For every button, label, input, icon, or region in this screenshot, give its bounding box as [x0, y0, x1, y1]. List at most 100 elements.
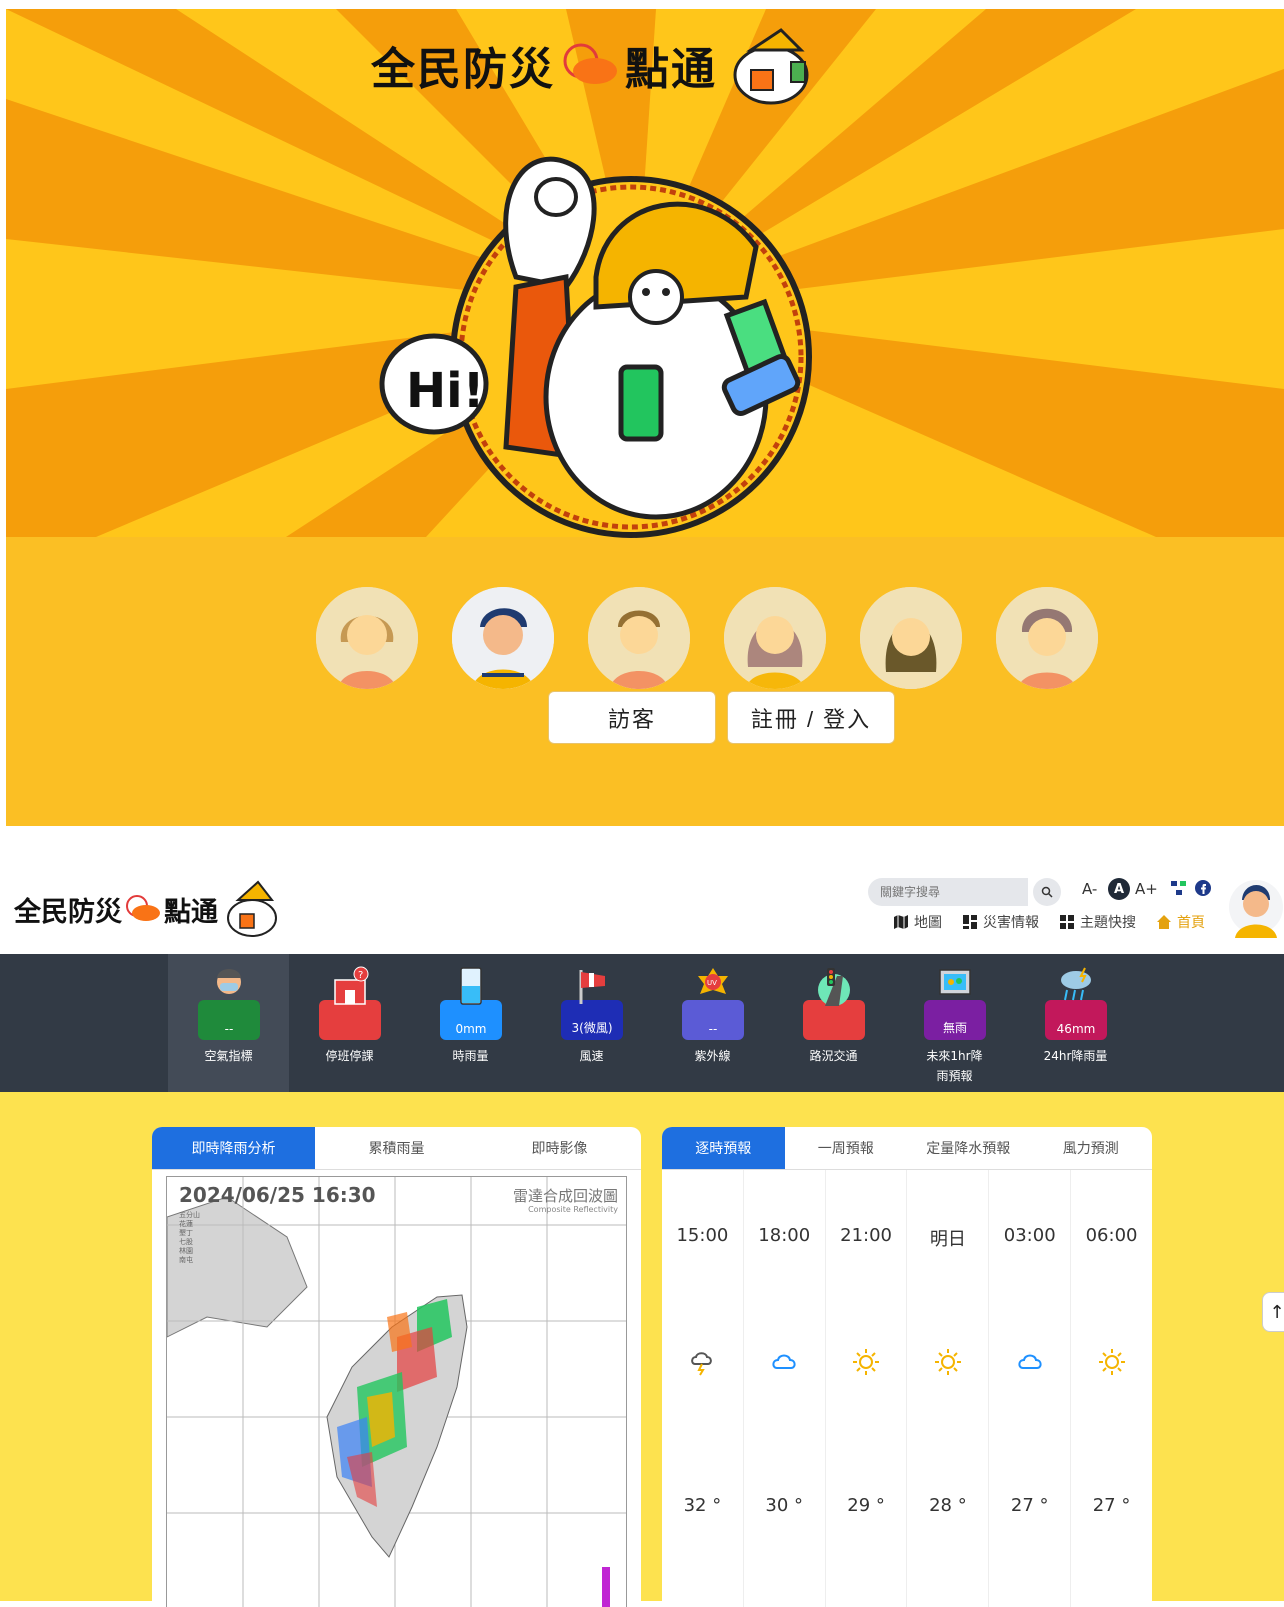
boy-icon — [588, 587, 690, 689]
tab-hourly-forecast[interactable]: 逐時預報 — [662, 1127, 785, 1169]
home-icon — [1157, 915, 1171, 929]
legend-item: 林園 — [179, 1247, 193, 1255]
mascot-bear-illustration: Hi! — [379, 156, 812, 538]
forecast-column: 06:00 27 ° — [1071, 1170, 1152, 1607]
forecast-panel: 逐時預報 一周預報 定量降水預報 風力預測 15:00 32 ° 18:00 3… — [662, 1127, 1152, 1607]
pointing-hand-icon — [563, 43, 617, 84]
category-air-quality[interactable]: -- 空氣指標 — [168, 954, 289, 1092]
hourly-forecast-grid: 15:00 32 ° 18:00 30 ° 21:00 29 ° 明日 28 °… — [662, 1170, 1152, 1607]
tab-wind-forecast[interactable]: 風力預測 — [1030, 1127, 1153, 1169]
mascot-logo-icon — [733, 28, 809, 105]
map-icon — [894, 915, 908, 929]
category-label: 路況交通 — [809, 1049, 858, 1063]
forecast-time: 明日 — [929, 1229, 966, 1250]
radar-screen-icon — [939, 969, 971, 995]
nav-disaster-info[interactable]: 災害情報 — [962, 912, 1039, 932]
tab-weekly-forecast[interactable]: 一周預報 — [785, 1127, 908, 1169]
font-size-decrease[interactable]: A- — [1082, 880, 1097, 898]
persona-avatar-girl[interactable] — [860, 587, 962, 689]
tiles-icon — [1060, 915, 1074, 929]
grid-icon — [963, 915, 977, 929]
pointing-hand-icon — [126, 895, 160, 921]
forecast-column: 15:00 32 ° — [662, 1170, 744, 1607]
logo-text: 全民防災 — [371, 44, 555, 95]
elder-woman-icon — [316, 587, 418, 689]
nav-topic-search[interactable]: 主題快搜 — [1059, 912, 1136, 932]
tab-live-image[interactable]: 即時影像 — [478, 1127, 641, 1169]
category-uv[interactable]: -- UV 紫外線 — [652, 954, 773, 1092]
search-button[interactable] — [1033, 878, 1061, 906]
nav-home[interactable]: 首頁 — [1156, 912, 1205, 932]
woman-icon — [724, 587, 826, 689]
windsock-icon — [579, 970, 605, 1004]
category-value: 0mm — [440, 1000, 502, 1040]
sun-icon — [934, 1349, 961, 1375]
school-icon: ? — [334, 966, 369, 1005]
cloud-icon — [772, 1354, 796, 1369]
category-value — [803, 1000, 865, 1040]
persona-avatar-elder-woman[interactable] — [316, 587, 418, 689]
site-header: 全民防災 點通 A- A A+ 地圖 災害情報 主題快搜 — [0, 862, 1284, 954]
legend-item: 五分山 — [179, 1211, 200, 1219]
logo-text-2: 點通 — [625, 44, 717, 95]
tab-accumulated-rain[interactable]: 累積雨量 — [315, 1127, 478, 1169]
category-label: 風速 — [579, 1049, 604, 1063]
category-label: 停班停課 — [325, 1049, 374, 1063]
persona-avatar-teen[interactable] — [996, 587, 1098, 689]
font-size-default[interactable]: A — [1108, 878, 1130, 900]
welcome-hero: 全民防災 點通 Hi! 訪客 註冊 / 登入 — [6, 9, 1284, 826]
register-login-button[interactable]: 註冊 / 登入 — [727, 691, 895, 744]
thunder-cloud-icon — [691, 1352, 713, 1376]
girl-icon — [860, 587, 962, 689]
radar-map: 2024/06/25 16:30 雷達合成回波圖 Composite Refle… — [166, 1176, 627, 1607]
category-label: 紫外線 — [694, 1049, 731, 1063]
persona-avatars — [316, 587, 1098, 689]
logo-text-2: 點通 — [164, 896, 218, 928]
site-logo[interactable]: 全民防災 點通 — [14, 876, 284, 942]
category-bar: -- 空氣指標 ? 停班停課 0mm 時雨量 3(微風) 風速 -- UV 紫外… — [0, 954, 1284, 1092]
scroll-to-top-button[interactable]: ↑ — [1262, 1292, 1284, 1332]
user-avatar-icon[interactable] — [1229, 872, 1284, 942]
sun-icon — [853, 1349, 880, 1375]
facebook-icon[interactable] — [1194, 879, 1212, 897]
tab-qpf-forecast[interactable]: 定量降水預報 — [907, 1127, 1030, 1169]
forecast-temp: 30 ° — [765, 1495, 804, 1516]
category-wind-speed[interactable]: 3(微風) 風速 — [531, 954, 652, 1092]
persona-avatar-boy[interactable] — [588, 587, 690, 689]
forecast-temp: 32 ° — [683, 1495, 722, 1516]
search-icon — [1041, 886, 1053, 898]
tab-realtime-rain[interactable]: 即時降雨分析 — [152, 1127, 315, 1169]
forecast-time: 03:00 — [1003, 1225, 1056, 1246]
persona-avatar-woman[interactable] — [724, 587, 826, 689]
uv-icon: UV — [698, 968, 728, 994]
category-hourly-rain[interactable]: 0mm 時雨量 — [410, 954, 531, 1092]
category-rain-forecast-1hr[interactable]: 無雨 未來1hr降 雨預報 — [894, 954, 1015, 1092]
sitemap-icon[interactable] — [1170, 879, 1188, 897]
persona-avatar-man[interactable] — [452, 587, 554, 689]
search-input[interactable] — [868, 878, 1028, 906]
category-label: 24hr降雨量 — [1043, 1049, 1108, 1063]
category-value: 46mm — [1045, 1000, 1107, 1040]
forecast-column: 21:00 29 ° — [826, 1170, 908, 1607]
traffic-light-icon — [818, 968, 850, 1006]
radar-timestamp: 2024/06/25 16:30 — [179, 1183, 376, 1207]
legend-item: 花蓮 — [179, 1220, 193, 1228]
category-traffic[interactable]: 路況交通 — [773, 954, 894, 1092]
nav-map-label: 地圖 — [914, 915, 942, 931]
nav-home-label: 首頁 — [1177, 915, 1205, 931]
rain-analysis-panel: 即時降雨分析 累積雨量 即時影像 2024/06/25 16:30 雷達合成回波… — [152, 1127, 641, 1607]
category-24hr-rain[interactable]: 46mm 24hr降雨量 — [1015, 954, 1136, 1092]
forecast-time: 06:00 — [1085, 1225, 1138, 1246]
main-content: 即時降雨分析 累積雨量 即時影像 2024/06/25 16:30 雷達合成回波… — [0, 1092, 1284, 1607]
category-label: 空氣指標 — [204, 1049, 253, 1063]
forecast-temp: 28 ° — [929, 1495, 967, 1516]
teen-icon — [996, 587, 1098, 689]
hero-logo: 全民防災 點通 — [371, 15, 821, 115]
category-value: 3(微風) — [561, 1000, 623, 1040]
mask-person-icon — [217, 969, 241, 994]
category-work-school[interactable]: ? 停班停課 — [289, 954, 410, 1092]
nav-map[interactable]: 地圖 — [893, 912, 942, 932]
rain-gauge-icon — [460, 967, 482, 1005]
font-size-increase[interactable]: A+ — [1135, 880, 1158, 898]
guest-button[interactable]: 訪客 — [548, 691, 716, 744]
